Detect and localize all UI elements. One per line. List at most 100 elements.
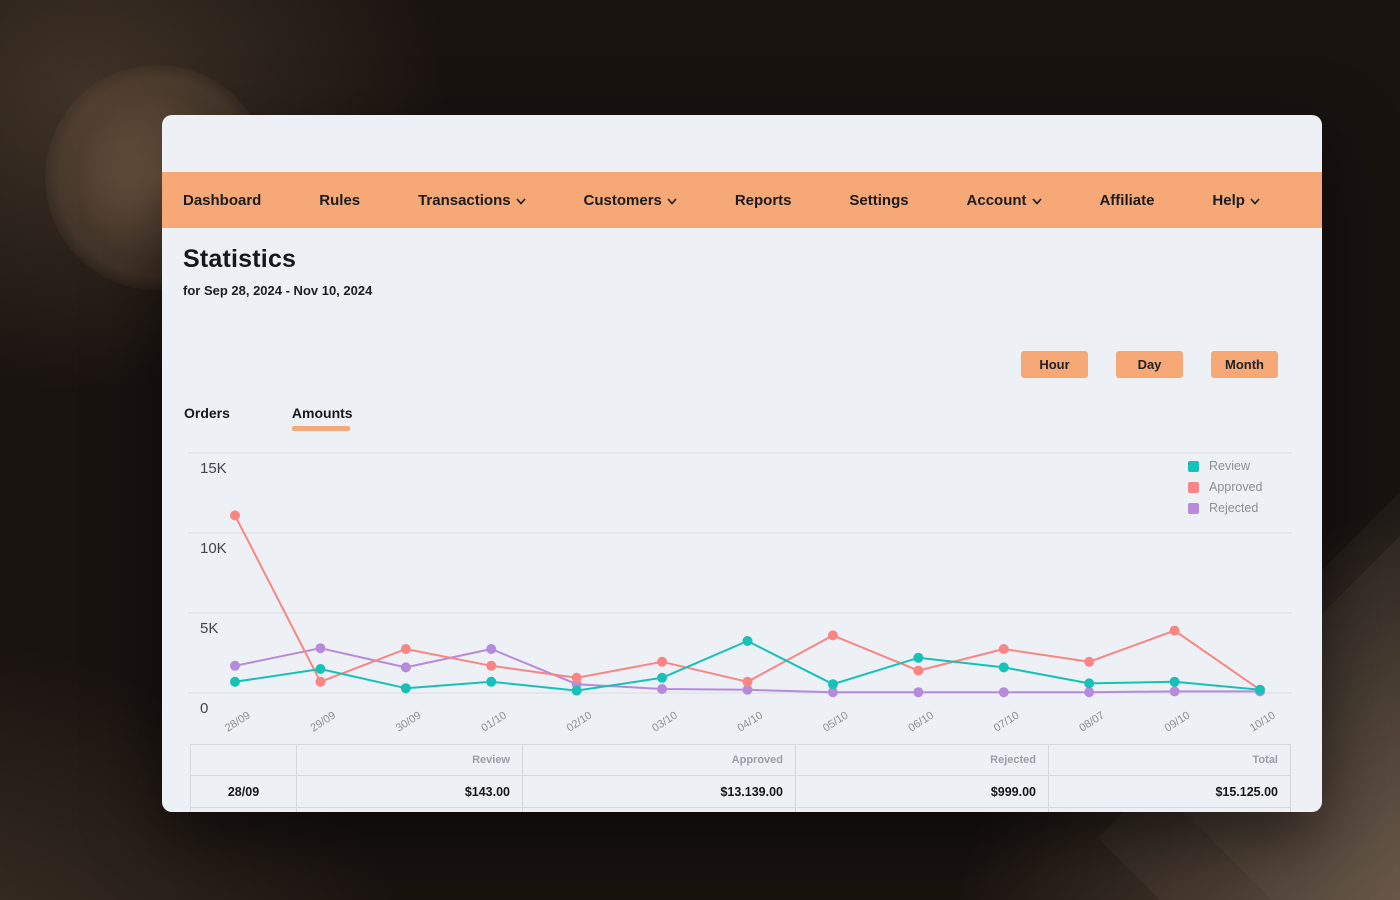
cell-rejected: $999.00 xyxy=(795,775,1049,808)
chevron-down-icon xyxy=(1250,197,1260,205)
data-point-review xyxy=(827,679,838,690)
data-point-approved xyxy=(315,676,326,687)
nav-item-help[interactable]: Help xyxy=(1212,192,1260,209)
data-point-approved xyxy=(230,510,240,521)
granularity-buttons: Hour Day Month xyxy=(1021,351,1278,378)
x-tick-label: 04/10 xyxy=(736,709,766,734)
nav-item-label: Reports xyxy=(734,191,792,209)
data-point-rejected xyxy=(657,684,668,694)
app-window: Dashboard Rules Transactions Customers R… xyxy=(162,115,1322,812)
hour-button[interactable]: Hour xyxy=(1021,351,1088,378)
y-tick-label: 5K xyxy=(200,620,218,637)
x-tick-label: 01/10 xyxy=(479,709,509,734)
data-point-approved xyxy=(742,676,753,687)
nav-item-label: Account xyxy=(966,191,1027,209)
cell-total: $15.125.00 xyxy=(1048,775,1291,808)
data-point-rejected xyxy=(1169,686,1180,697)
data-point-review xyxy=(657,672,668,683)
line-chart: 15K 10K 5K 0 28/09 29/09 30/09 01/10 02/10 03/10 0… xyxy=(188,452,1292,735)
data-point-review xyxy=(400,683,411,694)
data-point-review xyxy=(230,676,240,687)
legend-label: Review xyxy=(1209,459,1250,473)
data-point-approved xyxy=(827,630,838,641)
stats-table: Review Approved Rejected Total 28/09 $14… xyxy=(190,744,1291,812)
nav-item-label: Customers xyxy=(583,191,662,209)
data-point-review xyxy=(486,676,497,687)
legend-item-review[interactable]: Review xyxy=(1188,459,1263,473)
legend-label: Approved xyxy=(1209,480,1263,494)
table-row-clipped xyxy=(190,807,1291,812)
data-point-approved xyxy=(400,644,411,654)
data-point-review xyxy=(315,664,326,674)
month-button[interactable]: Month xyxy=(1211,351,1278,378)
page-title: Statistics xyxy=(183,245,297,273)
x-tick-label: 05/10 xyxy=(821,709,851,734)
x-tick-label: 29/09 xyxy=(308,709,338,734)
nav-item-rules[interactable]: Rules xyxy=(319,192,360,209)
legend-label: Rejected xyxy=(1209,501,1259,515)
legend-item-approved[interactable]: Approved xyxy=(1188,480,1263,494)
col-date xyxy=(190,744,297,776)
page-header: Statistics for Sep 28, 2024 - Nov 10, 20… xyxy=(183,245,372,298)
data-point-review xyxy=(742,636,753,646)
data-point-review xyxy=(1084,678,1095,689)
nav-item-label: Settings xyxy=(849,191,909,209)
cell-review: $143.00 xyxy=(296,775,523,808)
data-point-rejected xyxy=(486,644,497,654)
nav-item-label: Affiliate xyxy=(1099,191,1155,209)
chevron-down-icon xyxy=(516,197,526,205)
nav-item-label: Rules xyxy=(319,191,361,209)
data-point-approved xyxy=(913,665,924,676)
x-tick-label: 06/10 xyxy=(906,709,936,734)
data-point-rejected xyxy=(400,662,411,673)
data-point-rejected xyxy=(998,687,1009,698)
nav-item-account[interactable]: Account xyxy=(967,192,1042,209)
col-total: Total xyxy=(1048,744,1291,776)
legend-item-rejected[interactable]: Rejected xyxy=(1188,501,1263,515)
cell-date: 28/09 xyxy=(190,775,297,808)
tab-amounts[interactable]: Amounts xyxy=(291,405,353,431)
data-point-rejected xyxy=(315,643,326,654)
data-point-rejected xyxy=(913,687,924,698)
nav-item-transactions[interactable]: Transactions xyxy=(418,192,526,209)
data-point-approved xyxy=(657,656,668,667)
nav-item-settings[interactable]: Settings xyxy=(849,192,908,209)
y-tick-label: 0 xyxy=(200,700,208,717)
data-point-review xyxy=(998,662,1009,673)
data-point-approved xyxy=(998,644,1009,654)
nav-item-dashboard[interactable]: Dashboard xyxy=(183,192,261,209)
y-tick-label: 10K xyxy=(200,540,227,557)
nav-item-customers[interactable]: Customers xyxy=(584,192,677,209)
col-rejected: Rejected xyxy=(795,744,1049,776)
tab-label: Amounts xyxy=(291,405,353,421)
data-point-rejected xyxy=(230,660,240,671)
tab-orders[interactable]: Orders xyxy=(184,405,230,431)
x-tick-label: 30/09 xyxy=(394,709,424,734)
x-tick-label: 07/10 xyxy=(992,709,1022,734)
x-tick-label: 08/07 xyxy=(1077,709,1107,734)
cell-approved: $13.139.00 xyxy=(522,775,796,808)
day-button[interactable]: Day xyxy=(1116,351,1183,378)
chart-legend: Review Approved Rejected xyxy=(1188,459,1263,515)
col-review: Review xyxy=(296,744,523,776)
tab-label: Orders xyxy=(184,405,230,421)
review-swatch xyxy=(1188,460,1199,472)
data-point-approved xyxy=(486,660,497,671)
x-tick-label: 10/10 xyxy=(1248,709,1278,734)
nav-item-affiliate[interactable]: Affiliate xyxy=(1099,192,1154,209)
chevron-down-icon xyxy=(667,197,677,205)
col-approved: Approved xyxy=(522,744,796,776)
nav-item-label: Dashboard xyxy=(183,191,262,209)
table-row: 28/09 $143.00 $13.139.00 $999.00 $15.125… xyxy=(190,775,1291,808)
data-point-review xyxy=(571,685,582,696)
data-point-review xyxy=(1255,684,1265,695)
rejected-swatch xyxy=(1188,502,1199,514)
active-tab-underline xyxy=(291,426,350,431)
approved-swatch xyxy=(1188,481,1199,493)
date-range-label: for Sep 28, 2024 - Nov 10, 2024 xyxy=(183,283,373,298)
x-tick-label: 09/10 xyxy=(1163,709,1193,734)
main-nav: Dashboard Rules Transactions Customers R… xyxy=(162,172,1322,228)
data-point-approved xyxy=(1084,656,1095,667)
nav-item-reports[interactable]: Reports xyxy=(735,192,792,209)
data-point-approved xyxy=(1169,625,1180,636)
